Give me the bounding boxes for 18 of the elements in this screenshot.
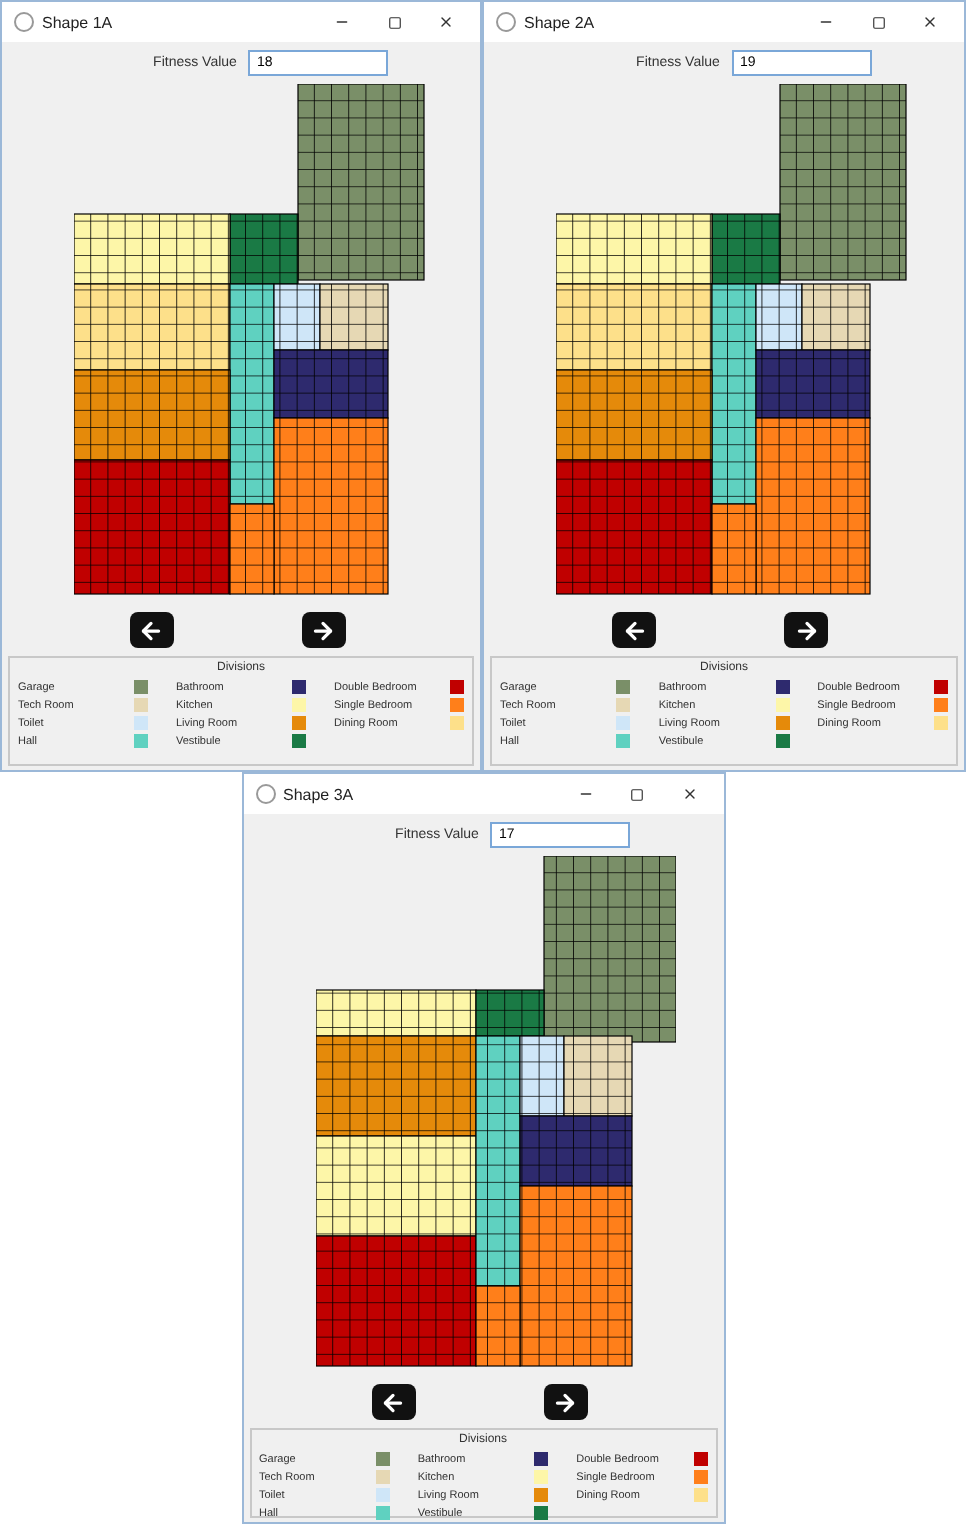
- next-button[interactable]: [784, 612, 828, 648]
- app-icon: [496, 12, 516, 32]
- window-title: Shape 3A: [283, 785, 356, 803]
- window-title: Shape 1A: [42, 13, 115, 31]
- previous-button[interactable]: [129, 612, 173, 648]
- arrow-left-icon: [380, 1389, 406, 1415]
- arrow-right-icon: [793, 617, 819, 643]
- app-icon: [255, 784, 275, 804]
- arrow-left-icon: [621, 617, 647, 643]
- next-button[interactable]: [301, 612, 345, 648]
- app-icon: [14, 12, 34, 32]
- window-title: Shape 2A: [524, 13, 597, 31]
- arrow-left-icon: [138, 617, 164, 643]
- previous-button[interactable]: [612, 612, 656, 648]
- arrow-right-icon: [552, 1389, 578, 1415]
- previous-button[interactable]: [371, 1384, 415, 1420]
- arrow-right-icon: [310, 617, 336, 643]
- next-button[interactable]: [543, 1384, 587, 1420]
